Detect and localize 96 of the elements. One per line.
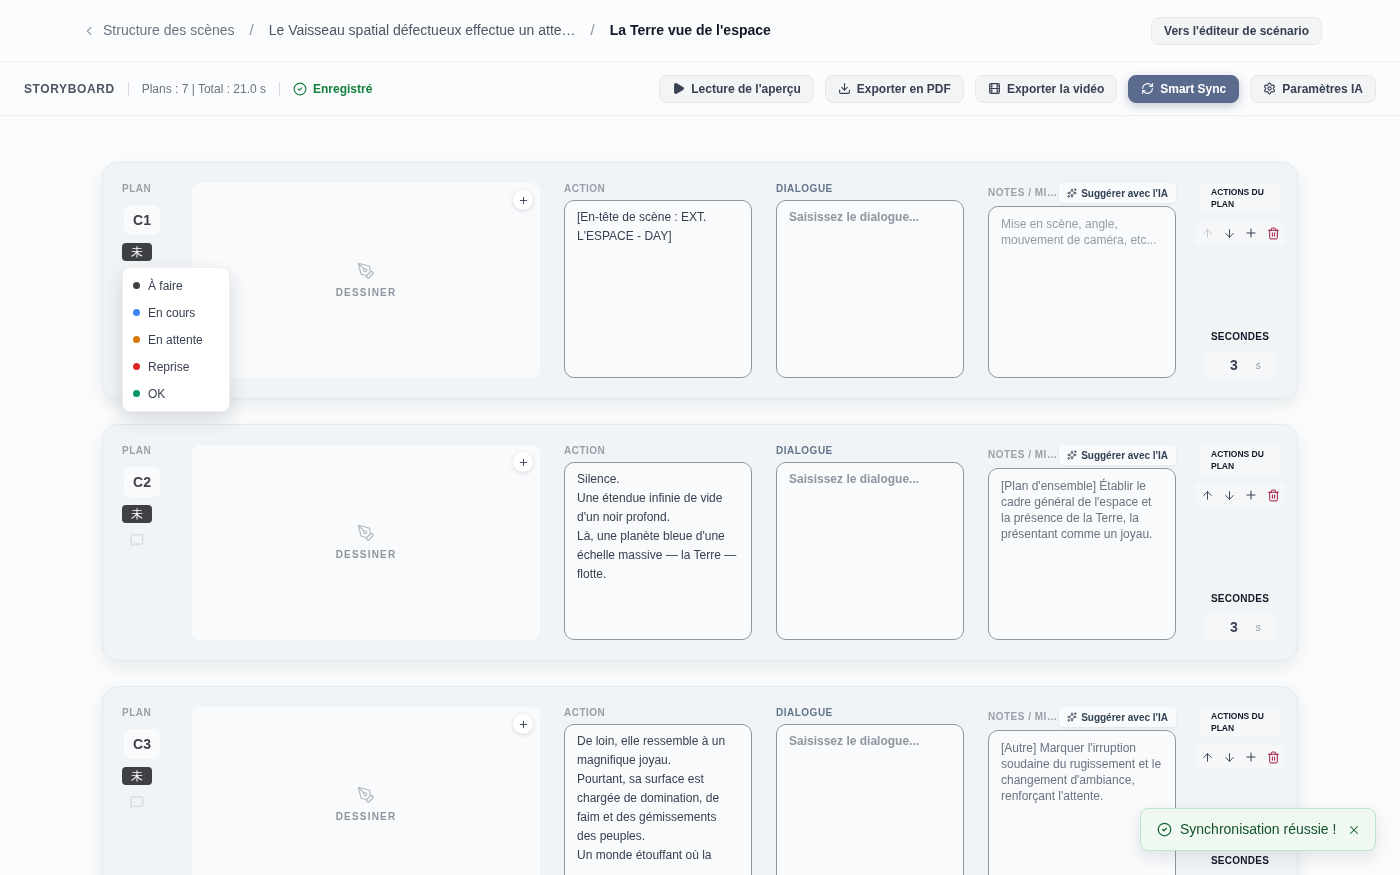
- dialogue-field[interactable]: Saisissez le dialogue...: [776, 462, 964, 640]
- unit-label: s: [1255, 358, 1261, 373]
- sketch-label: DESSINER: [335, 285, 397, 300]
- toast-message: Synchronisation réussie !: [1180, 820, 1337, 839]
- stats-text: Plans : 7 | Total : 21.0 s: [141, 80, 266, 98]
- toolbar-button[interactable]: Exporter en PDF: [824, 74, 964, 103]
- arrow-down-icon: [1222, 488, 1236, 502]
- plan-label: PLAN: [122, 183, 152, 195]
- plus-icon: [1244, 750, 1258, 764]
- arrow-down-icon: [1222, 226, 1236, 240]
- toolbar-button[interactable]: Lecture de l'aperçu: [659, 74, 814, 103]
- download-icon: [837, 82, 851, 95]
- plus-icon: [517, 456, 529, 468]
- trash-icon: [1266, 226, 1280, 240]
- breadcrumb-separator: /: [589, 20, 596, 41]
- action-field[interactable]: Silence. Une étendue infinie de vide d'un noir profond. Là, une planète bleue d'une échelle massive — la Terre — flotte.: [564, 462, 752, 640]
- status-option-label: À faire: [148, 277, 183, 295]
- shot-code: C2: [124, 467, 160, 497]
- sparkle-icon: [1067, 188, 1078, 198]
- status-badge[interactable]: 未: [122, 505, 152, 523]
- sketch-label: DESSINER: [335, 809, 397, 824]
- status-option[interactable]: OK: [123, 380, 229, 407]
- breadcrumb-current: La Terre vue de l'espace: [609, 21, 771, 40]
- status-option-label: OK: [148, 385, 166, 403]
- pen-icon: [357, 261, 375, 280]
- sketch-label: DESSINER: [335, 547, 397, 562]
- add-button[interactable]: [513, 452, 533, 472]
- notes-field[interactable]: [Autre] Marquer l'irruption soudaine du rugissement et le changement d'ambiance, renforçant l'attente.: [988, 730, 1176, 875]
- dialogue-field[interactable]: Saisissez le dialogue...: [776, 200, 964, 378]
- editor-button[interactable]: Vers l'éditeur de scénario: [1151, 16, 1322, 45]
- status-badge[interactable]: 未: [122, 243, 152, 261]
- unit-label: s: [1255, 620, 1261, 635]
- breadcrumb-link[interactable]: Structure des scènes: [82, 20, 235, 41]
- plus-icon: [517, 718, 529, 730]
- shot-code: C3: [124, 729, 160, 759]
- action-field[interactable]: De loin, elle ressemble à un magnifique joyau. Pourtant, sa surface est chargée de domination, de faim et des gémissements des peuples. Un monde étouffant où la: [564, 724, 752, 875]
- shot-code: C1: [124, 205, 160, 235]
- toolbar-button[interactable]: Paramètres IA: [1250, 74, 1376, 103]
- arrow-up-icon: [1200, 226, 1214, 240]
- seconds-field[interactable]: 3 s: [1203, 352, 1277, 378]
- suggest-ai-button[interactable]: Suggérer avec l'IA: [1059, 445, 1176, 465]
- plus-icon: [517, 194, 529, 206]
- sparkle-icon: [1067, 712, 1078, 722]
- check-circle-icon: [293, 81, 307, 96]
- refresh-icon: [1141, 82, 1155, 95]
- dialogue-label: DIALOGUE: [776, 445, 834, 457]
- seconds-label: SECONDES: [1210, 593, 1270, 605]
- breadcrumb-separator: /: [248, 20, 255, 41]
- plan-actions-label: ACTIONS DU PLAN: [1200, 183, 1280, 213]
- breadcrumb-text: Structure des scènes: [103, 21, 235, 40]
- add-button[interactable]: [513, 190, 533, 210]
- seconds-label: SECONDES: [1210, 855, 1270, 867]
- notes-field[interactable]: [Plan d'ensemble] Établir le cadre général de l'espace et la présence de la Terre, la présentant comme un joyau.: [988, 468, 1176, 640]
- pen-icon: [357, 785, 375, 804]
- action-label: ACTION: [564, 183, 607, 195]
- plan-label: PLAN: [122, 445, 152, 457]
- dialogue-label: DIALOGUE: [776, 707, 834, 719]
- plus-icon: [1244, 488, 1258, 502]
- notes-label: NOTES / MI…: [988, 187, 1058, 199]
- seconds-label: SECONDES: [1210, 331, 1270, 343]
- action-field[interactable]: [En-tête de scène : EXT. L'ESPACE - DAY]: [564, 200, 752, 378]
- sparkle-icon: [1067, 450, 1078, 460]
- seconds-field[interactable]: 3 s: [1203, 614, 1277, 640]
- trash-icon: [1266, 488, 1280, 502]
- action-label: ACTION: [564, 445, 607, 457]
- arrow-up-icon: [1200, 750, 1214, 764]
- add-button[interactable]: [513, 714, 533, 734]
- film-icon: [987, 82, 1001, 95]
- dialogue-field[interactable]: Saisissez le dialogue...: [776, 724, 964, 875]
- notes-label: NOTES / MI…: [988, 449, 1058, 461]
- plus-icon: [1244, 226, 1258, 240]
- toolbar-button[interactable]: Smart Sync: [1128, 74, 1240, 103]
- suggest-ai-button[interactable]: Suggérer avec l'IA: [1059, 183, 1176, 203]
- plan-label: PLAN: [122, 707, 152, 719]
- arrow-up-icon: [1200, 488, 1214, 502]
- comment-icon: [130, 533, 144, 547]
- toolbar-button[interactable]: Exporter la vidéo: [974, 74, 1118, 103]
- status-option-label: Reprise: [148, 358, 190, 376]
- suggest-ai-button[interactable]: Suggérer avec l'IA: [1059, 707, 1176, 727]
- breadcrumb-link[interactable]: Le Vaisseau spatial défectueux effectue un atte…: [268, 20, 576, 41]
- notes-label: NOTES / MI…: [988, 711, 1058, 723]
- pen-icon: [357, 523, 375, 542]
- arrow-down-icon: [1222, 750, 1236, 764]
- settings-icon: [1263, 82, 1277, 95]
- plan-actions-label: ACTIONS DU PLAN: [1200, 445, 1280, 475]
- dialogue-label: DIALOGUE: [776, 183, 834, 195]
- action-label: ACTION: [564, 707, 607, 719]
- save-status: Enregistré: [313, 80, 373, 98]
- trash-icon: [1266, 750, 1280, 764]
- notes-field[interactable]: Mise en scène, angle, mouvement de caméra, etc...: [988, 206, 1176, 378]
- play-icon: [672, 82, 686, 95]
- status-badge[interactable]: 未: [122, 767, 152, 785]
- toolbar-title: STORYBOARD: [24, 80, 115, 98]
- plan-actions-label: ACTIONS DU PLAN: [1200, 707, 1280, 737]
- check-circle-icon: [1157, 822, 1172, 837]
- comment-icon: [130, 795, 144, 809]
